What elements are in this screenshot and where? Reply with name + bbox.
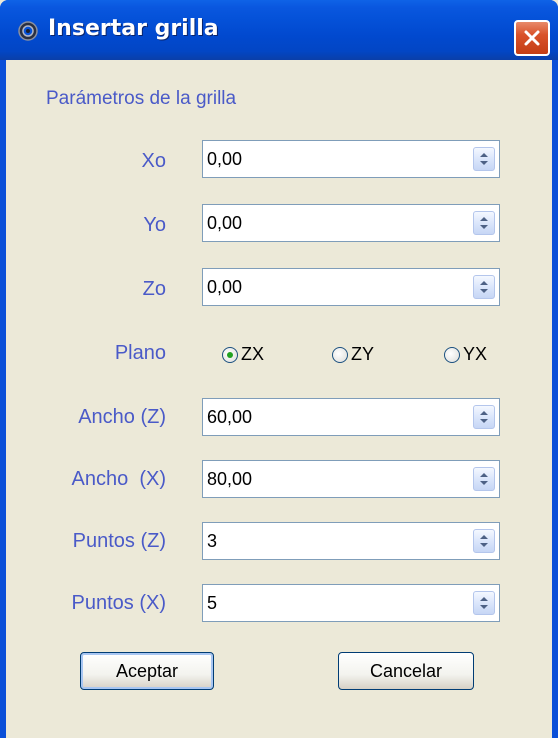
cancel-button[interactable]: Cancelar: [338, 652, 474, 690]
accept-button[interactable]: Aceptar: [80, 652, 214, 690]
yo-label: Yo: [143, 214, 166, 236]
plano-label: Plano: [114, 342, 166, 364]
radio-zx-circle[interactable]: [222, 346, 238, 363]
xo-spin-button[interactable]: [473, 147, 495, 171]
dialog-window: Insertar grilla Parámetros de la grilla …: [0, 0, 558, 738]
dialog-body: Parámetros de la grilla Xo Yo Zo: [6, 60, 552, 738]
xo-label: Xo: [141, 150, 166, 172]
spin-arrows-icon: [480, 473, 488, 485]
ancho-z-spin-button[interactable]: [473, 405, 495, 429]
yo-spin-button[interactable]: [473, 211, 495, 235]
radio-yx-circle[interactable]: [444, 346, 460, 363]
yo-input[interactable]: [207, 211, 457, 235]
title-bar[interactable]: Insertar grilla: [0, 0, 558, 60]
puntos-x-spinner[interactable]: [202, 584, 500, 622]
ancho-x-spinner[interactable]: [202, 460, 500, 498]
xo-input[interactable]: [207, 147, 457, 171]
ancho-x-label: Ancho (X): [71, 468, 166, 490]
spin-arrows-icon: [480, 217, 488, 229]
radio-zy[interactable]: ZY: [332, 344, 374, 365]
section-title: Parámetros de la grilla: [46, 88, 237, 109]
zo-spinner[interactable]: [202, 268, 500, 306]
puntos-z-spinner[interactable]: [202, 522, 500, 560]
radio-yx-label: YX: [463, 344, 488, 364]
close-button[interactable]: [514, 20, 550, 56]
close-icon: [524, 30, 540, 46]
puntos-x-label: Puntos (X): [71, 592, 166, 614]
radio-zx[interactable]: ZX: [222, 344, 264, 365]
spin-arrows-icon: [480, 153, 488, 165]
puntos-z-label: Puntos (Z): [72, 530, 166, 552]
puntos-z-spin-button[interactable]: [473, 529, 495, 553]
zo-label: Zo: [142, 278, 166, 300]
puntos-x-spin-button[interactable]: [473, 591, 495, 615]
window-title: Insertar grilla: [48, 16, 219, 41]
zo-spin-button[interactable]: [473, 275, 495, 299]
spin-arrows-icon: [480, 411, 488, 423]
zo-input[interactable]: [207, 275, 457, 299]
radio-zy-label: ZY: [351, 344, 375, 364]
yo-spinner[interactable]: [202, 204, 500, 242]
ancho-z-input[interactable]: [207, 405, 457, 429]
ancho-x-spin-button[interactable]: [473, 467, 495, 491]
puntos-z-input[interactable]: [207, 529, 457, 553]
radio-yx[interactable]: YX: [444, 344, 487, 365]
puntos-x-input[interactable]: [207, 591, 457, 615]
spin-arrows-icon: [480, 535, 488, 547]
radio-zy-circle[interactable]: [332, 346, 348, 363]
spin-arrows-icon: [480, 597, 488, 609]
xo-spinner[interactable]: [202, 140, 500, 178]
radio-zx-label: ZX: [241, 344, 265, 364]
ancho-z-label: Ancho (Z): [78, 406, 166, 428]
ancho-z-spinner[interactable]: [202, 398, 500, 436]
spin-arrows-icon: [480, 281, 488, 293]
gear-icon: [18, 21, 38, 41]
ancho-x-input[interactable]: [207, 467, 457, 491]
